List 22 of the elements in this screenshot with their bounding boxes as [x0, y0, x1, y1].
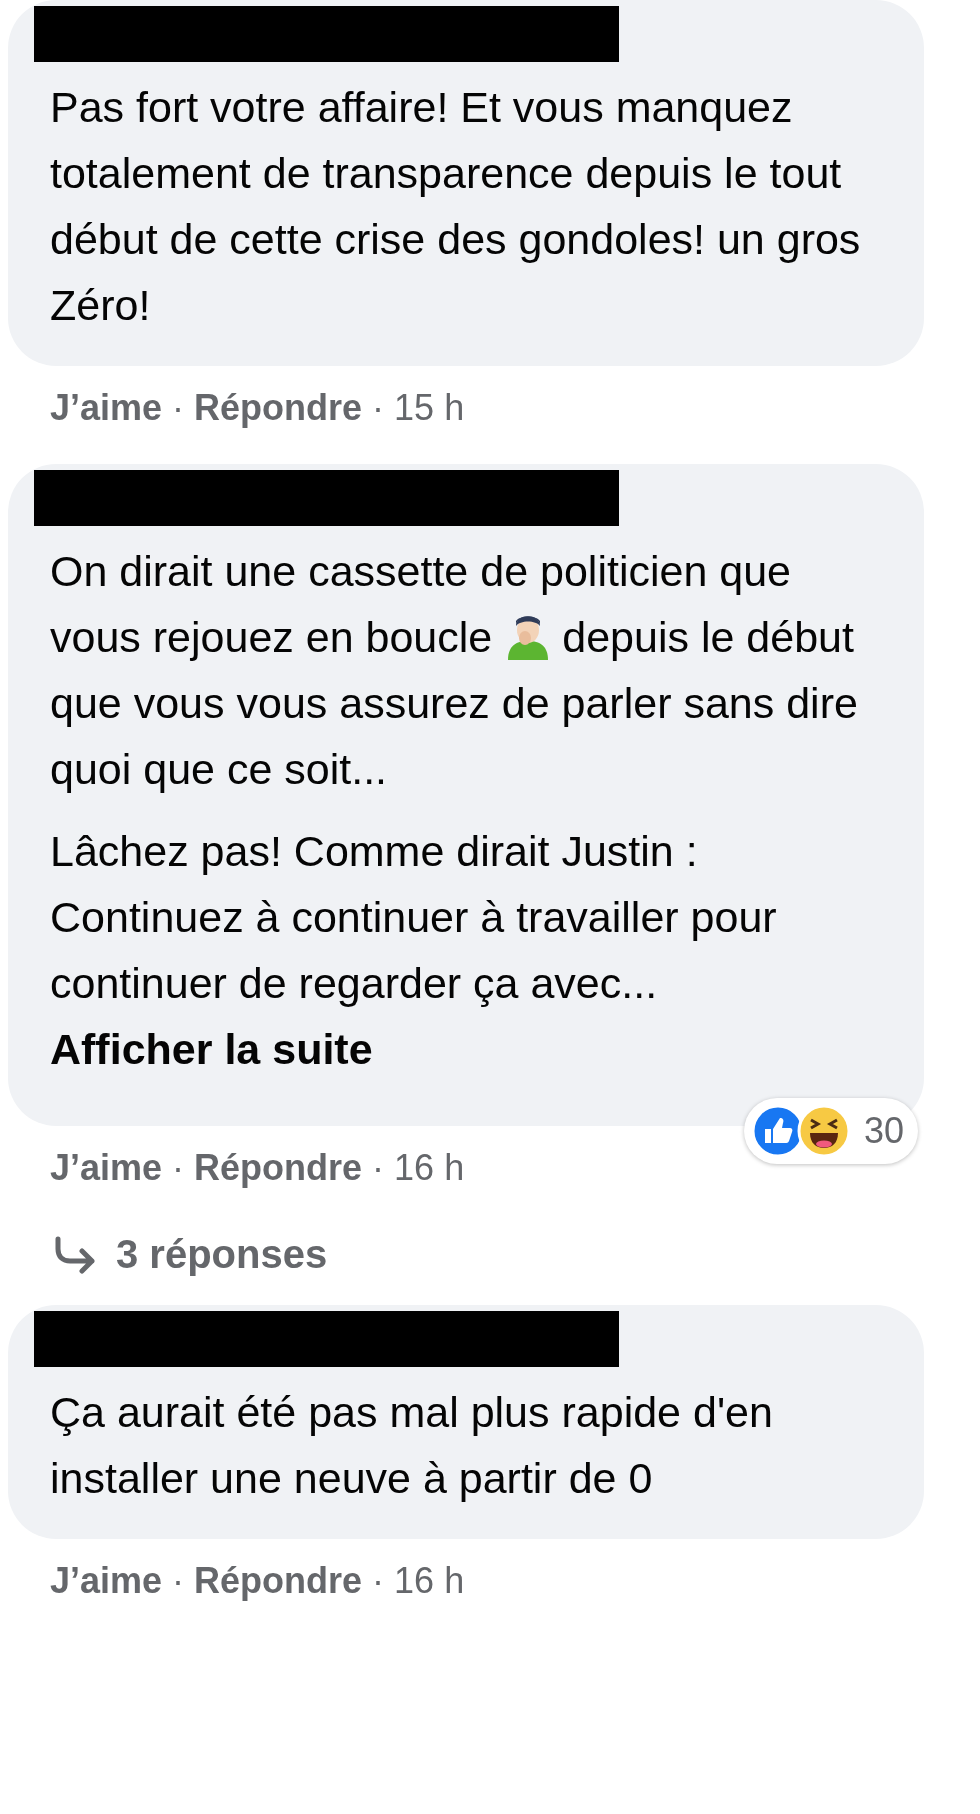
separator-dot: · [172, 1560, 185, 1602]
separator-dot: · [372, 387, 385, 429]
like-link[interactable]: J’aime [50, 1147, 163, 1189]
comment-text: Pas fort votre affaire! Et vous manquez totalement de transparence depuis le tout début de cette crise des gondoles! un gros Zéro! [50, 82, 862, 331]
separator-dot: · [172, 387, 185, 429]
timestamp: 16 h [394, 1147, 465, 1189]
reply-link[interactable]: Répondre [194, 387, 363, 429]
comment-text: On dirait une cassette de politicien que vous rejouez en boucle depuis le début que vous vous assurez de parler sans dire quoi que ce soit... [50, 546, 859, 795]
reply-link[interactable]: Répondre [194, 1560, 363, 1602]
separator-dot: · [372, 1147, 385, 1189]
comment-text: Ça aurait été pas mal plus rapide d'en installer une neuve à partir de 0 [50, 1387, 774, 1504]
reaction-summary[interactable]: 30 [743, 1098, 918, 1164]
view-replies-link[interactable]: 3 réponses [8, 1196, 980, 1277]
reply-link[interactable]: Répondre [194, 1147, 363, 1189]
like-link[interactable]: J’aime [50, 387, 163, 429]
separator-dot: · [372, 1560, 385, 1602]
separator-dot: · [172, 1147, 185, 1189]
comment-text: Lâchez pas! Comme dirait Justin : Continuez à continuer à travailler pour continuer de regarder ça avec... Afficher la suite [50, 826, 778, 1075]
timestamp: 15 h [394, 387, 465, 429]
like-link[interactable]: J’aime [50, 1560, 163, 1602]
timestamp: 16 h [394, 1560, 465, 1602]
see-more-link[interactable]: Afficher la suite [50, 1025, 373, 1073]
